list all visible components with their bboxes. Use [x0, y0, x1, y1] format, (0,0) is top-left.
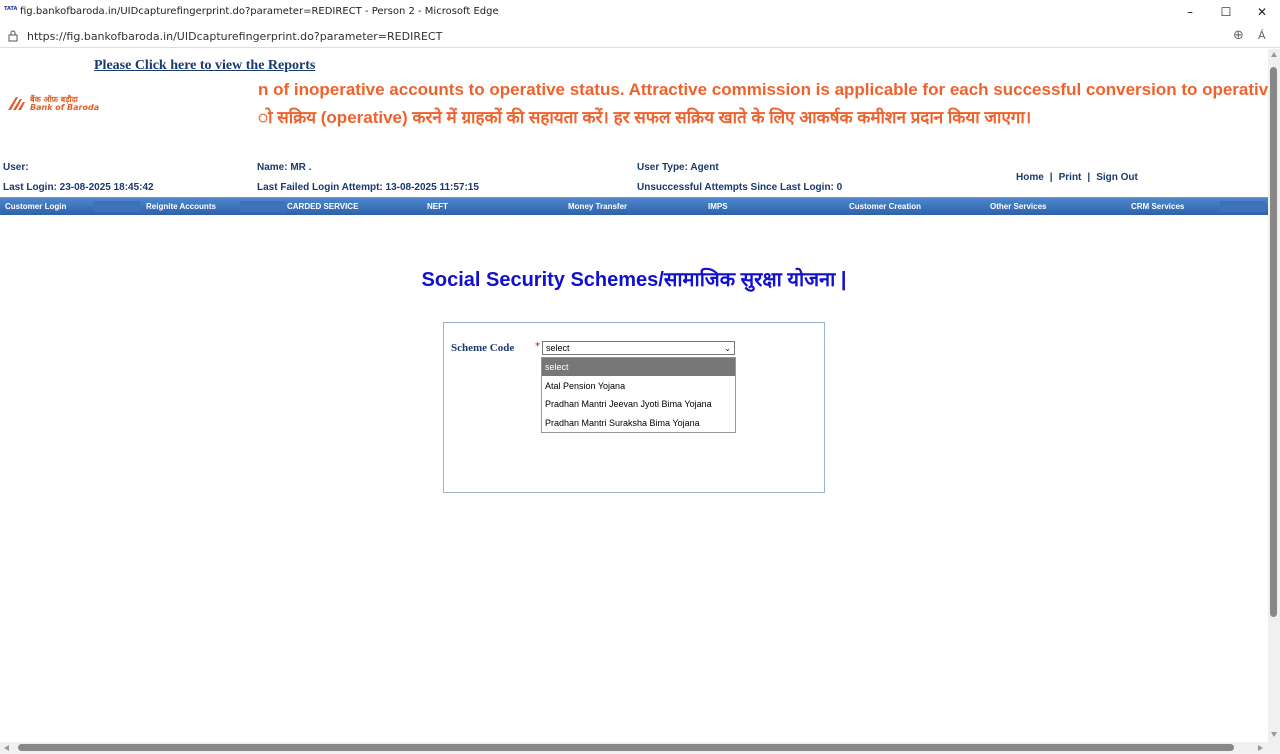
last-login: Last Login: 23-08-2025 18:45:42 — [3, 182, 154, 193]
scheme-option[interactable]: Pradhan Mantri Suraksha Bima Yojana — [542, 414, 735, 432]
horizontal-scroll-thumb[interactable] — [18, 744, 1234, 751]
marquee-line-hindi: ो सक्रिय (operative) करने में ग्राहकों क… — [258, 108, 1032, 127]
chevron-down-icon: ⌄ — [724, 344, 731, 353]
nav-crm-services[interactable]: CRM Services — [1131, 202, 1184, 211]
scheme-code-select[interactable]: select ⌄ — [542, 341, 735, 355]
required-mark: * — [535, 341, 540, 352]
address-bar[interactable]: https://fig.bankofbaroda.in/UIDcapturefi… — [0, 24, 1280, 48]
announcement-marquee: n of inoperative accounts to operative s… — [258, 77, 1268, 132]
read-aloud-icon[interactable]: Á — [1258, 29, 1266, 42]
nav-imps[interactable]: IMPS — [708, 202, 728, 211]
link-separator: | — [1087, 172, 1091, 183]
nav-carded-service[interactable]: CARDED SERVICE — [287, 202, 358, 211]
nav-customer-creation[interactable]: Customer Creation — [849, 202, 921, 211]
home-link[interactable]: Home — [1016, 172, 1044, 183]
nav-money-transfer[interactable]: Money Transfer — [568, 202, 627, 211]
bank-logo: बैंक ऑफ़ बड़ौदा Bank of Baroda — [7, 94, 99, 116]
unsuccessful-attempts: Unsuccessful Attempts Since Last Login: … — [637, 182, 843, 193]
baroda-sun-icon — [8, 97, 25, 110]
scrollbar-corner — [1268, 742, 1280, 754]
nav-customer-login[interactable]: Customer Login — [5, 202, 66, 211]
scheme-form: Scheme Code * select ⌄ select Atal Pensi… — [443, 322, 825, 493]
scroll-down-icon[interactable] — [1271, 732, 1277, 737]
nav-neft[interactable]: NEFT — [427, 202, 448, 211]
browser-titlebar: TATA fig.bankofbaroda.in/UIDcapturefinge… — [0, 0, 1280, 24]
scheme-dropdown-list: select Atal Pension Yojana Pradhan Mantr… — [541, 357, 736, 433]
top-links: Home | Print | Sign Out — [1016, 172, 1138, 183]
user-name: Name: MR . — [257, 162, 312, 173]
signout-link[interactable]: Sign Out — [1096, 172, 1138, 183]
nav-divider — [1220, 201, 1266, 212]
vertical-scroll-thumb[interactable] — [1270, 67, 1277, 617]
horizontal-scrollbar[interactable] — [0, 742, 1268, 754]
page-title: Social Security Schemes/सामाजिक सुरक्षा … — [421, 269, 847, 291]
print-link[interactable]: Print — [1059, 172, 1082, 183]
scheme-code-value: select — [546, 343, 570, 353]
zoom-icon[interactable]: ⊕ — [1233, 28, 1244, 43]
close-icon[interactable]: ✕ — [1248, 3, 1276, 21]
maximize-icon[interactable]: ☐ — [1212, 3, 1240, 21]
marquee-line-english: n of inoperative accounts to operative s… — [258, 80, 1268, 99]
page-title-wrap: Social Security Schemes/सामाजिक सुरक्षा … — [0, 265, 1268, 292]
scheme-option[interactable]: Pradhan Mantri Jeevan Jyoti Bima Yojana — [542, 395, 735, 413]
nav-divider — [94, 201, 140, 212]
scheme-option[interactable]: Atal Pension Yojana — [542, 377, 735, 395]
minimize-icon[interactable]: – — [1176, 3, 1204, 21]
window-title: fig.bankofbaroda.in/UIDcapturefingerprin… — [20, 6, 499, 17]
vertical-scrollbar[interactable] — [1268, 49, 1280, 742]
scroll-right-icon[interactable] — [1258, 745, 1263, 751]
link-separator: | — [1049, 172, 1053, 183]
lock-icon — [8, 30, 18, 42]
user-type: User Type: Agent — [637, 162, 719, 173]
main-nav: Customer Login Reignite Accounts CARDED … — [0, 197, 1268, 215]
url-text[interactable]: https://fig.bankofbaroda.in/UIDcapturefi… — [27, 30, 442, 43]
reports-link[interactable]: Please Click here to view the Reports — [94, 58, 315, 74]
favicon-icon: TATA — [4, 6, 18, 12]
nav-divider — [240, 201, 286, 212]
nav-reignite-accounts[interactable]: Reignite Accounts — [146, 202, 216, 211]
scheme-code-label: Scheme Code — [451, 342, 515, 354]
user-label: User: — [3, 162, 29, 173]
scroll-up-icon[interactable] — [1271, 52, 1277, 57]
nav-other-services[interactable]: Other Services — [990, 202, 1046, 211]
last-failed-login: Last Failed Login Attempt: 13-08-2025 11… — [257, 182, 479, 193]
logo-english-text: Bank of Baroda — [30, 103, 100, 112]
scheme-option[interactable]: select — [542, 358, 735, 376]
scroll-left-icon[interactable] — [4, 745, 9, 751]
page-viewport: Please Click here to view the Reports बै… — [0, 49, 1268, 742]
